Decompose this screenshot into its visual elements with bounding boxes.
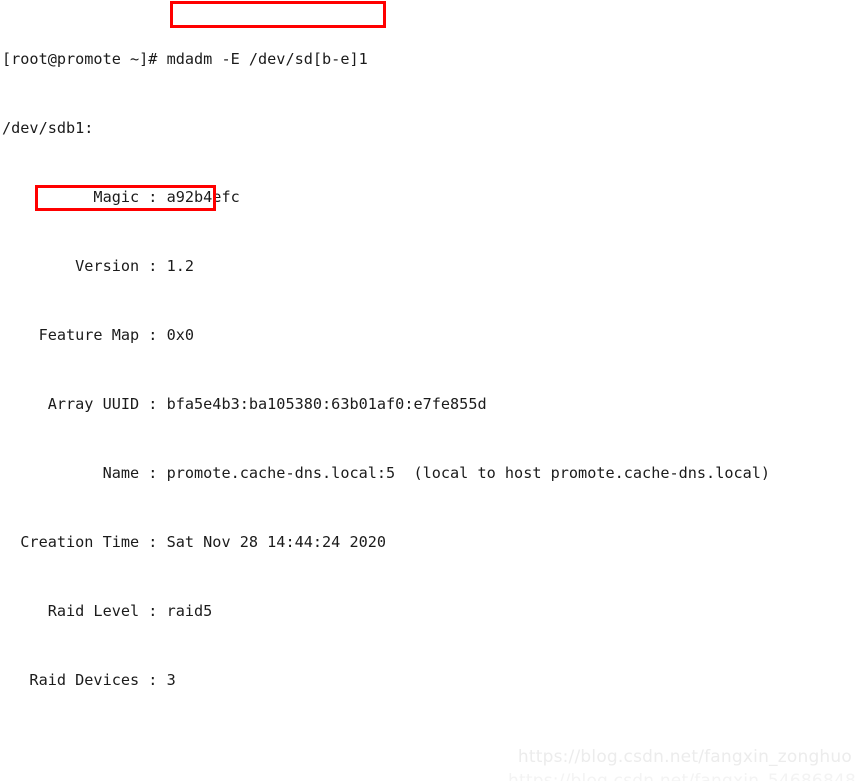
terminal-line: Raid Level : raid5	[2, 602, 213, 620]
terminal-line: Raid Devices : 3	[2, 671, 176, 689]
terminal-line: Version : 1.2	[2, 257, 195, 275]
terminal-line: [root@promote ~]# mdadm -E /dev/sd[b-e]1	[2, 50, 368, 68]
terminal-line: /dev/sdb1:	[2, 119, 94, 137]
terminal-window[interactable]: [root@promote ~]# mdadm -E /dev/sd[b-e]1…	[0, 0, 858, 781]
terminal-output: [root@promote ~]# mdadm -E /dev/sd[b-e]1…	[2, 2, 770, 781]
terminal-line: Magic : a92b4efc	[2, 188, 240, 206]
terminal-line: Array UUID : bfa5e4b3:ba105380:63b01af0:…	[2, 395, 487, 413]
terminal-line: Creation Time : Sat Nov 28 14:44:24 2020	[2, 533, 387, 551]
terminal-line: Name : promote.cache-dns.local:5 (local …	[2, 464, 771, 482]
terminal-line: Feature Map : 0x0	[2, 326, 195, 344]
